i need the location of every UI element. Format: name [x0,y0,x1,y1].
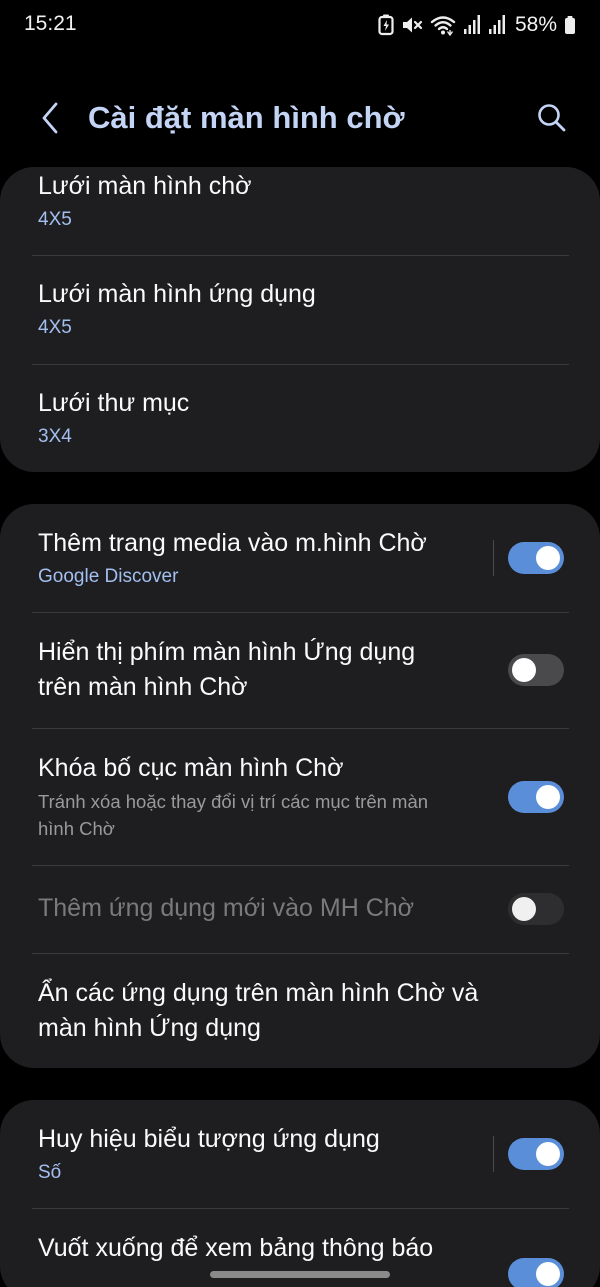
status-icons: 58% [378,12,576,38]
gesture-nav-handle[interactable] [210,1271,390,1278]
search-button[interactable] [530,96,574,140]
setting-add-new-apps[interactable]: Thêm ứng dụng mới vào MH Chờ [0,866,600,953]
status-time: 15:21 [24,12,77,35]
home-options-card: Thêm trang media vào m.hình Chờ Google D… [0,504,600,1068]
setting-lock-layout[interactable]: Khóa bố cục màn hình Chờ Tránh xóa hoặc … [0,729,600,865]
lock-layout-toggle[interactable] [508,781,564,813]
setting-title-line1: Hiển thị phím màn hình Ứng dụng [38,638,416,666]
setting-hide-apps[interactable]: Ẩn các ứng dụng trên màn hình Chờ và màn… [0,954,600,1068]
setting-title: Thêm trang media vào m.hình Chờ [38,529,427,557]
status-bar: 15:21 58% [0,0,600,52]
app-icon-badges-toggle[interactable] [508,1138,564,1170]
setting-title: Khóa bố cục màn hình Chờ [38,754,344,782]
battery-icon [564,14,576,36]
setting-media-page[interactable]: Thêm trang media vào m.hình Chờ Google D… [0,504,600,612]
setting-title: Vuốt xuống để xem bảng thông báo [38,1234,434,1262]
setting-title: Lưới màn hình chờ [38,172,252,200]
badges-card: Huy hiệu biểu tượng ứng dụng Số Vuốt xuố… [0,1100,600,1287]
setting-home-grid[interactable]: Lưới màn hình chờ 4X5 [0,167,600,255]
setting-title: Lưới thư mục [38,389,190,417]
toggle-knob [512,897,536,921]
signal-icon [488,14,506,36]
wifi-icon [430,14,456,36]
toggle-knob [536,1142,560,1166]
add-new-apps-toggle[interactable] [508,893,564,925]
toggle-knob [536,785,560,809]
vertical-separator [493,540,494,576]
setting-title-line1: Ẩn các ứng dụng trên màn hình Chờ và [38,979,479,1007]
toggle-knob [512,658,536,682]
mute-icon [401,14,423,36]
toggle-knob [536,1262,560,1286]
search-icon [538,104,566,132]
back-button[interactable] [30,96,70,140]
setting-value: 3X4 [38,426,72,447]
battery-percent: 58% [514,13,557,36]
setting-subtitle-line1: Tránh xóa hoặc thay đổi vị trí các mục t… [38,791,429,812]
setting-apps-grid[interactable]: Lưới màn hình ứng dụng 4X5 [0,256,600,364]
setting-subtitle-line2: hình Chờ [38,818,115,839]
battery-saver-icon [378,14,394,36]
setting-title-line2: màn hình Ứng dụng [38,1014,261,1042]
page-title: Cài đặt màn hình chờ [88,100,405,135]
setting-app-icon-badges[interactable]: Huy hiệu biểu tượng ứng dụng Số [0,1100,600,1208]
setting-apps-button[interactable]: Hiển thị phím màn hình Ứng dụng trên màn… [0,613,600,728]
swipe-notifications-toggle[interactable] [508,1258,564,1287]
setting-value: 4X5 [38,209,72,230]
setting-title: Lưới màn hình ứng dụng [38,280,316,308]
setting-value: 4X5 [38,317,72,338]
setting-folder-grid[interactable]: Lưới thư mục 3X4 [0,365,600,472]
setting-subtitle: Google Discover [38,566,179,587]
app-bar: Cài đặt màn hình chờ [0,90,600,146]
vertical-separator [493,1136,494,1172]
signal-icon [463,14,481,36]
back-icon [42,102,58,134]
setting-title: Thêm ứng dụng mới vào MH Chờ [38,894,415,922]
grid-settings-card: Lưới màn hình chờ 4X5 Lưới màn hình ứng … [0,167,600,472]
apps-button-toggle[interactable] [508,654,564,686]
setting-title-line2: trên màn hình Chờ [38,673,248,701]
setting-title: Huy hiệu biểu tượng ứng dụng [38,1125,380,1153]
media-page-toggle[interactable] [508,542,564,574]
setting-subtitle: Số [38,1162,62,1183]
toggle-knob [536,546,560,570]
